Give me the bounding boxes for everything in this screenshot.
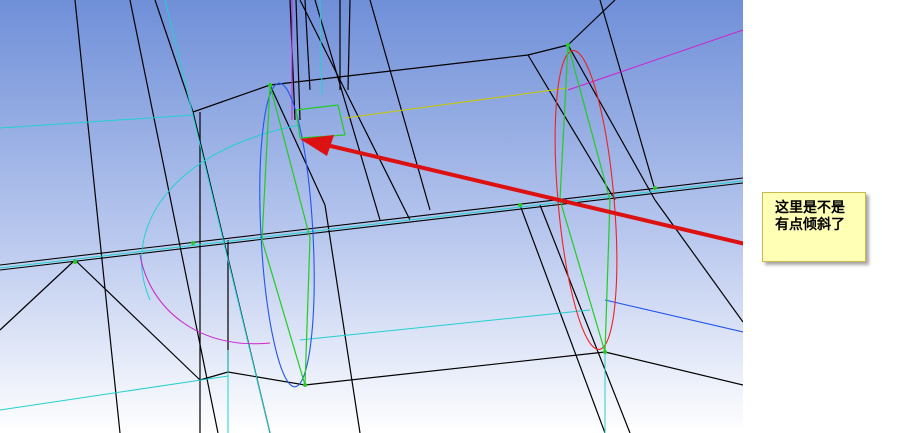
annotation-text: 这里是不是 有点倾斜了 xyxy=(775,200,845,233)
annotation-callout: 这里是不是 有点倾斜了 xyxy=(762,192,866,262)
graphics-viewport[interactable] xyxy=(0,0,743,433)
mesh-canvas[interactable] xyxy=(0,0,743,433)
